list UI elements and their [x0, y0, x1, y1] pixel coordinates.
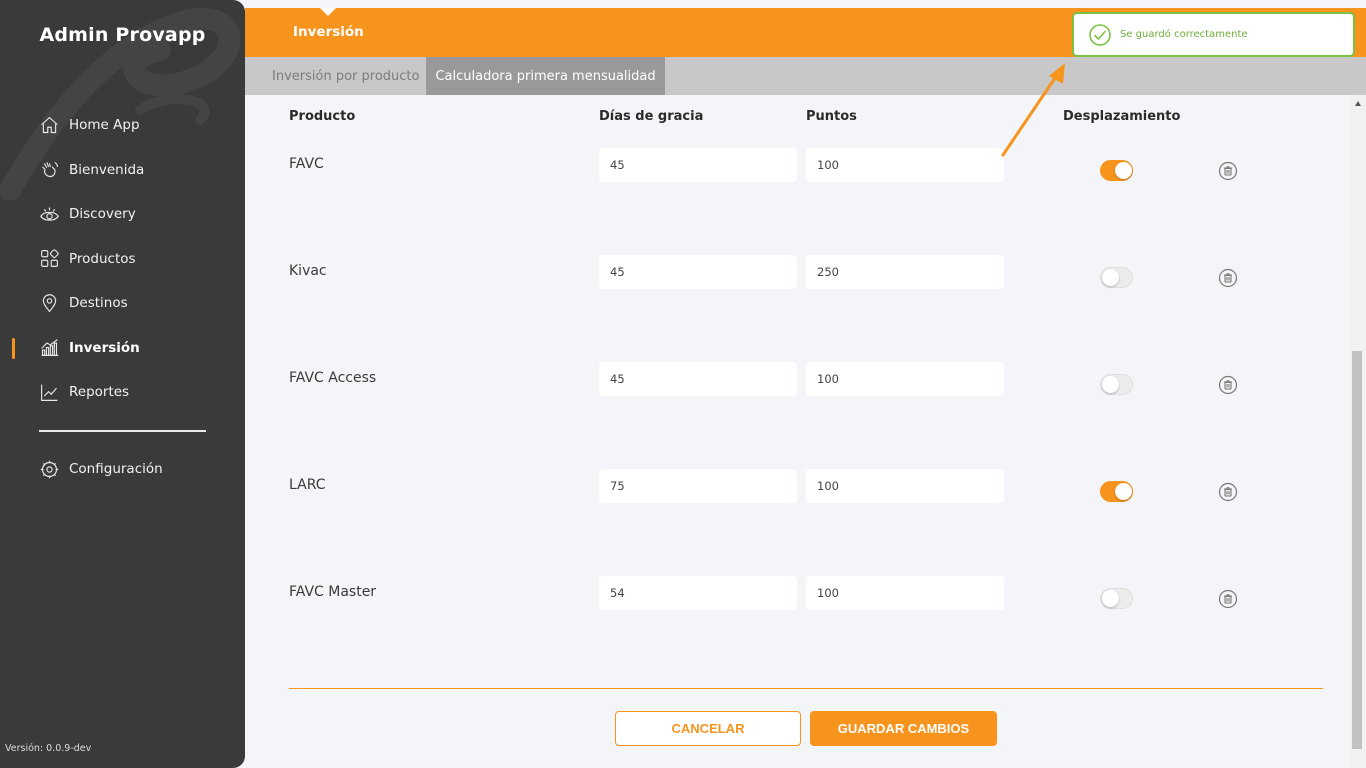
shift-toggle[interactable] — [1100, 374, 1133, 395]
table-row: FAVC Access — [245, 362, 1350, 422]
sidebar-item-label: Reportes — [69, 384, 130, 401]
delete-icon[interactable] — [1218, 161, 1238, 181]
sidebar-item-productos[interactable]: Productos — [0, 237, 245, 282]
eye-icon — [38, 203, 60, 225]
table-row: FAVC — [245, 148, 1350, 208]
points-input[interactable] — [806, 576, 1004, 610]
sidebar-item-home-app[interactable]: Home App — [0, 103, 245, 148]
sidebar-item-label: Discovery — [69, 206, 136, 223]
shift-toggle[interactable] — [1100, 481, 1133, 502]
success-toast: Se guardó correctamente — [1072, 12, 1355, 57]
sidebar-item-inversion[interactable]: Inversión — [0, 326, 245, 371]
check-circle-icon — [1089, 23, 1111, 46]
column-header-desplazamiento: Desplazamiento — [1063, 109, 1181, 124]
product-name: FAVC — [289, 156, 324, 172]
product-name: LARC — [289, 477, 326, 493]
table-row: FAVC Master — [245, 576, 1350, 636]
product-name: FAVC Master — [289, 584, 377, 600]
points-input[interactable] — [806, 148, 1004, 182]
sidebar-item-destinos[interactable]: Destinos — [0, 281, 245, 326]
grace-days-input[interactable] — [599, 469, 797, 503]
sidebar-config-section: Configuración — [0, 447, 245, 492]
product-name: FAVC Access — [289, 370, 377, 386]
delete-icon[interactable] — [1218, 375, 1238, 395]
column-header-puntos: Puntos — [806, 109, 857, 124]
header-notch — [320, 8, 336, 16]
shift-toggle[interactable] — [1100, 160, 1133, 181]
grace-days-input[interactable] — [599, 148, 797, 182]
sidebar-divider — [39, 430, 206, 432]
column-header-dias-de-gracia: Días de gracia — [599, 109, 704, 124]
page-title: Inversión — [293, 24, 364, 40]
wave-hand-icon — [38, 159, 60, 181]
app-title: Admin Provapp — [39, 24, 206, 46]
app-version: Versión: 0.0.9-dev — [5, 743, 92, 754]
scrollbar-thumb[interactable] — [1352, 351, 1362, 749]
toggle-knob — [1115, 483, 1132, 500]
tab-calculadora-primera-mensualidad[interactable]: Calculadora primera mensualidad — [426, 57, 665, 95]
column-header-producto: Producto — [289, 109, 356, 124]
grace-days-input[interactable] — [599, 255, 797, 289]
grace-days-input[interactable] — [599, 576, 797, 610]
gear-icon — [38, 458, 60, 480]
sidebar: Admin Provapp Home App Bienvenida Discov… — [0, 0, 245, 768]
sidebar-item-reportes[interactable]: Reportes — [0, 370, 245, 415]
sidebar-item-label: Bienvenida — [69, 161, 145, 178]
grace-days-input[interactable] — [599, 362, 797, 396]
grid-icon — [38, 248, 60, 270]
shift-toggle[interactable] — [1100, 588, 1133, 609]
delete-icon[interactable] — [1218, 589, 1238, 609]
points-input[interactable] — [806, 469, 1004, 503]
points-input[interactable] — [806, 255, 1004, 289]
sidebar-item-label: Productos — [69, 250, 136, 267]
toggle-knob — [1102, 590, 1119, 607]
points-input[interactable] — [806, 362, 1004, 396]
product-table: Producto Días de gracia Puntos Desplazam… — [245, 95, 1350, 768]
sidebar-item-label: Home App — [69, 117, 140, 134]
table-row: LARC — [245, 469, 1350, 529]
line-chart-icon — [38, 381, 60, 403]
home-icon — [38, 114, 60, 136]
sidebar-item-label: Configuración — [69, 461, 163, 478]
tab-bar: Inversión por producto Calculadora prime… — [245, 57, 1366, 95]
sidebar-item-bienvenida[interactable]: Bienvenida — [0, 148, 245, 193]
location-pin-icon — [38, 292, 60, 314]
toggle-knob — [1115, 162, 1132, 179]
footer-divider — [289, 688, 1323, 689]
product-name: Kivac — [289, 263, 327, 279]
sidebar-item-label: Destinos — [69, 295, 128, 312]
delete-icon[interactable] — [1218, 482, 1238, 502]
scroll-up-arrow-icon[interactable] — [1355, 101, 1361, 106]
sidebar-nav: Home App Bienvenida Discovery Productos … — [0, 103, 245, 415]
toast-message: Se guardó correctamente — [1120, 29, 1248, 40]
sidebar-item-discovery[interactable]: Discovery — [0, 192, 245, 237]
vertical-scrollbar[interactable] — [1350, 95, 1366, 768]
save-changes-button[interactable]: GUARDAR CAMBIOS — [810, 711, 997, 746]
delete-icon[interactable] — [1218, 268, 1238, 288]
tab-inversion-por-producto[interactable]: Inversión por producto — [265, 57, 426, 95]
bar-chart-icon — [38, 337, 60, 359]
toggle-knob — [1102, 269, 1119, 286]
table-row: Kivac — [245, 255, 1350, 315]
shift-toggle[interactable] — [1100, 267, 1133, 288]
sidebar-item-label: Inversión — [69, 339, 140, 356]
sidebar-item-configuracion[interactable]: Configuración — [0, 447, 245, 492]
cancel-button[interactable]: CANCELAR — [615, 711, 801, 746]
toggle-knob — [1102, 376, 1119, 393]
